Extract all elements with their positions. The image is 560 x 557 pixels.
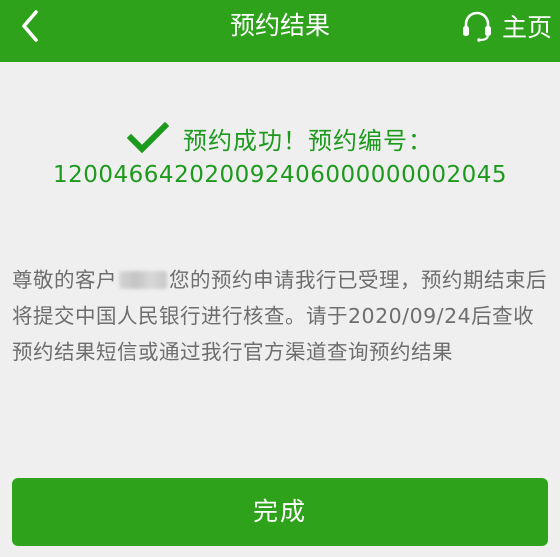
top-bar: 预约结果 主页	[0, 0, 560, 62]
chevron-left-icon	[22, 10, 38, 42]
success-status: 预约成功！预约编号： 12004664202009240600000000204…	[0, 118, 560, 188]
notice-message: 尊敬的客户 您的预约申请我行已受理，预约期结束后将提交中国人民银行进行核查。请于2…	[12, 262, 548, 370]
headset-icon	[462, 11, 491, 42]
success-message: 预约成功！预约编号：	[183, 126, 433, 155]
reservation-number: 120046642020092406000000002045	[53, 162, 507, 188]
success-line: 预约成功！预约编号：	[0, 118, 560, 158]
greeting-prefix: 尊敬的客户	[12, 268, 117, 292]
back-button[interactable]	[10, 6, 50, 46]
done-button[interactable]: 完成	[12, 478, 548, 546]
home-button[interactable]: 主页	[460, 6, 552, 46]
checkmark-icon	[127, 122, 169, 154]
redacted-customer-name	[119, 271, 167, 289]
home-label: 主页	[501, 13, 552, 42]
